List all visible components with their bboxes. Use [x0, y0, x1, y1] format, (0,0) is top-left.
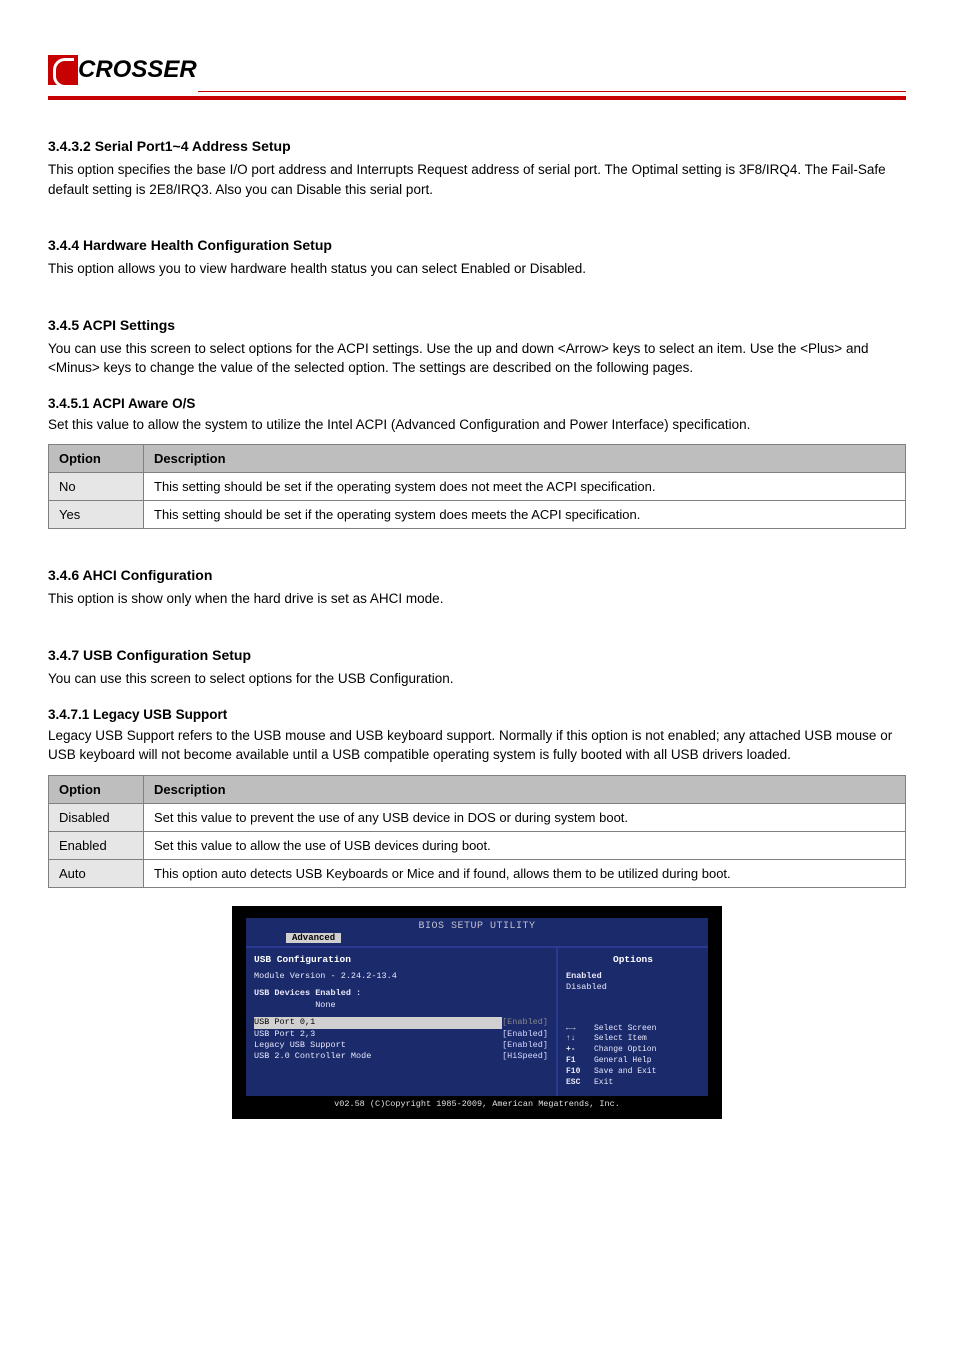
para-usb-config: You can use this screen to select option… — [48, 669, 906, 689]
bios-title: BIOS SETUP UTILITY — [246, 918, 708, 932]
heading-hardware-health: 3.4.4 Hardware Health Configuration Setu… — [48, 237, 906, 253]
bios-help-text: Save and Exit — [594, 1067, 656, 1078]
heading-acpi-settings: 3.4.5 ACPI Settings — [48, 317, 906, 333]
col-option: Option — [49, 445, 144, 473]
bios-item-usb-port-23[interactable]: USB Port 2,3 [Enabled] — [254, 1029, 548, 1040]
bios-item-legacy-usb[interactable]: Legacy USB Support [Enabled] — [254, 1040, 548, 1051]
cell-option: Auto — [49, 859, 144, 887]
para-ahci: This option is show only when the hard d… — [48, 589, 906, 609]
divider-thin — [198, 91, 906, 92]
bios-section-usb-config: USB Configuration — [254, 954, 548, 965]
bios-item-usb-port-01[interactable]: USB Port 0,1 [Enabled] — [254, 1017, 548, 1028]
brand-logo: CROSSER — [48, 55, 199, 85]
bios-help-text: Exit — [594, 1078, 613, 1089]
cell-description: This setting should be set if the operat… — [144, 501, 906, 529]
bios-tab-row: Advanced — [246, 932, 708, 946]
table-row: Enabled Set this value to allow the use … — [49, 831, 906, 859]
col-description: Description — [144, 775, 906, 803]
para-acpi-settings: You can use this screen to select option… — [48, 339, 906, 378]
divider-thick — [48, 96, 906, 100]
table-row: No This setting should be set if the ope… — [49, 473, 906, 501]
bios-help-key: ←→ — [566, 1024, 594, 1035]
table-row: Disabled Set this value to prevent the u… — [49, 803, 906, 831]
cell-option: Disabled — [49, 803, 144, 831]
cell-description: This setting should be set if the operat… — [144, 473, 906, 501]
bios-item-label: USB Port 2,3 — [254, 1029, 502, 1040]
cell-description: Set this value to prevent the use of any… — [144, 803, 906, 831]
cell-description: This option auto detects USB Keyboards o… — [144, 859, 906, 887]
bios-item-value: [Enabled] — [502, 1017, 548, 1028]
bios-item-value: [Enabled] — [502, 1029, 548, 1040]
heading-usb-config: 3.4.7 USB Configuration Setup — [48, 647, 906, 663]
table-header-row: Option Description — [49, 775, 906, 803]
bios-options-heading: Options — [566, 954, 700, 965]
table-row: Auto This option auto detects USB Keyboa… — [49, 859, 906, 887]
cell-option: Yes — [49, 501, 144, 529]
logo-text: CROSSER — [78, 55, 197, 85]
bios-item-label: USB Port 0,1 — [254, 1017, 502, 1028]
logo-mark — [48, 55, 78, 85]
bios-help-key: ESC — [566, 1078, 594, 1089]
bios-help-text: Select Item — [594, 1034, 647, 1045]
bios-option-disabled: Disabled — [566, 982, 700, 993]
bios-help-text: Select Screen — [594, 1024, 656, 1035]
cell-description: Set this value to allow the use of USB d… — [144, 831, 906, 859]
bios-help-text: Change Option — [594, 1045, 656, 1056]
bios-item-value: [Enabled] — [502, 1040, 548, 1051]
heading-acpi-aware-os: 3.4.5.1 ACPI Aware O/S — [48, 396, 906, 411]
cell-option: No — [49, 473, 144, 501]
bios-help-key: F10 — [566, 1067, 594, 1078]
bios-screenshot: BIOS SETUP UTILITY Advanced USB Configur… — [232, 906, 722, 1120]
col-description: Description — [144, 445, 906, 473]
para-acpi-aware-os: Set this value to allow the system to ut… — [48, 415, 906, 435]
bios-option-enabled: Enabled — [566, 971, 700, 982]
bios-devices-enabled-label: USB Devices Enabled : — [254, 988, 548, 999]
bios-help-key: ↑↓ — [566, 1034, 594, 1045]
bios-devices-enabled-value: None — [254, 1000, 548, 1011]
heading-ahci: 3.4.6 AHCI Configuration — [48, 567, 906, 583]
bios-item-value: [HiSpeed] — [502, 1051, 548, 1062]
bios-tab-advanced[interactable]: Advanced — [286, 933, 341, 943]
table-header-row: Option Description — [49, 445, 906, 473]
bios-key-help: ←→Select Screen ↑↓Select Item +-Change O… — [566, 1024, 700, 1089]
heading-serial-port-address: 3.4.3.2 Serial Port1~4 Address Setup — [48, 138, 906, 154]
table-legacy-usb-options: Option Description Disabled Set this val… — [48, 775, 906, 888]
bios-item-label: Legacy USB Support — [254, 1040, 502, 1051]
table-acpi-options: Option Description No This setting shoul… — [48, 444, 906, 529]
para-serial-port-address: This option specifies the base I/O port … — [48, 160, 906, 199]
bios-item-usb20-mode[interactable]: USB 2.0 Controller Mode [HiSpeed] — [254, 1051, 548, 1062]
cell-option: Enabled — [49, 831, 144, 859]
table-row: Yes This setting should be set if the op… — [49, 501, 906, 529]
bios-item-label: USB 2.0 Controller Mode — [254, 1051, 502, 1062]
para-legacy-usb: Legacy USB Support refers to the USB mou… — [48, 726, 906, 765]
heading-legacy-usb: 3.4.7.1 Legacy USB Support — [48, 707, 906, 722]
bios-help-key: F1 — [566, 1056, 594, 1067]
bios-help-key: +- — [566, 1045, 594, 1056]
col-option: Option — [49, 775, 144, 803]
bios-module-version: Module Version - 2.24.2-13.4 — [254, 971, 548, 982]
bios-footer-copyright: v02.58 (C)Copyright 1985-2009, American … — [246, 1096, 708, 1109]
bios-help-text: General Help — [594, 1056, 652, 1067]
para-hardware-health: This option allows you to view hardware … — [48, 259, 906, 279]
